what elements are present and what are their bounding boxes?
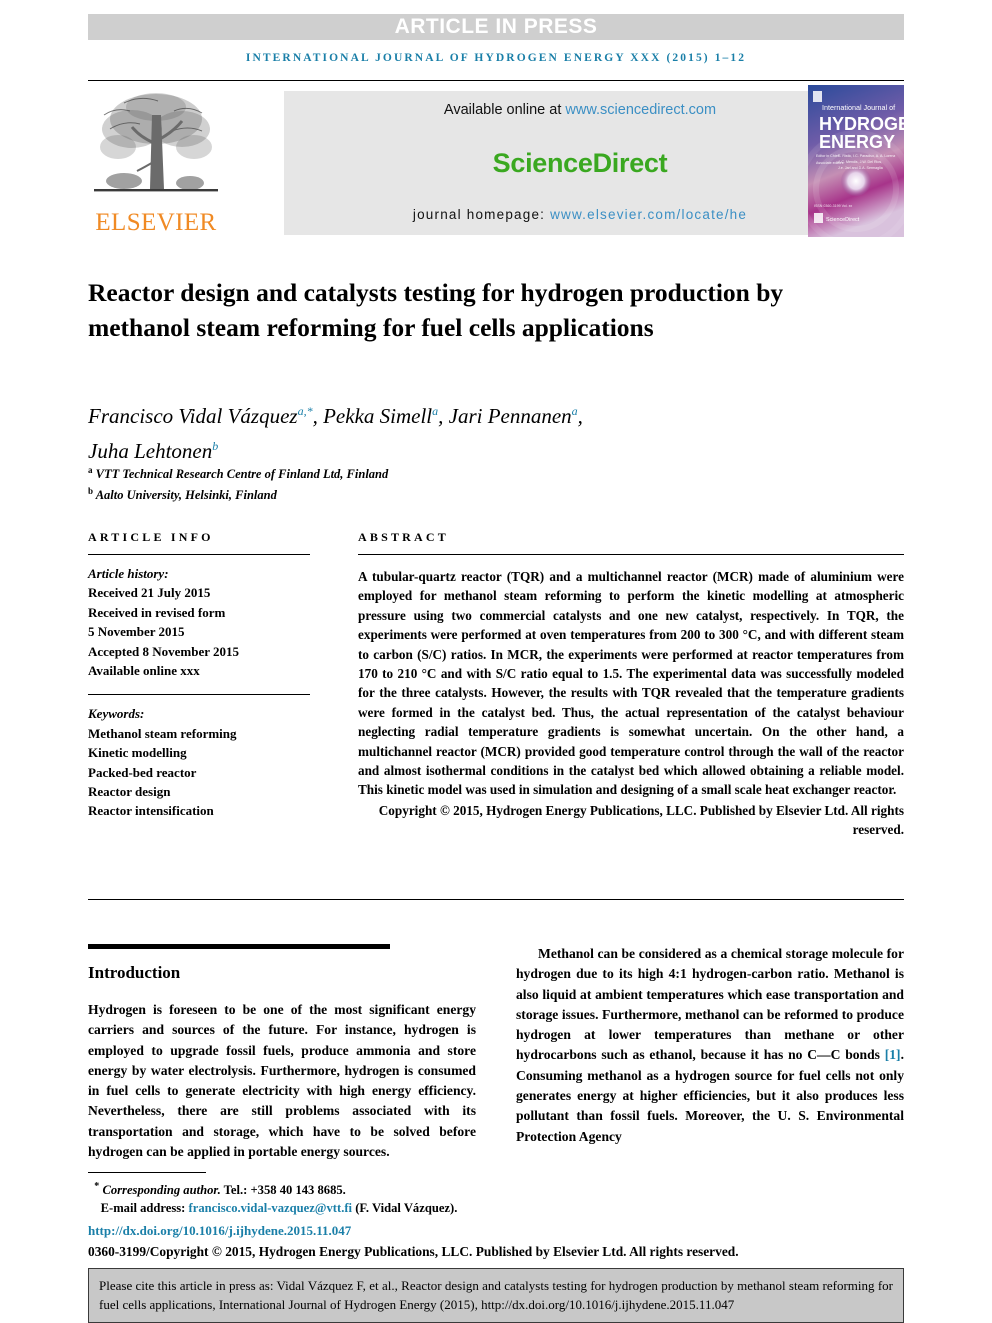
email-label: E-mail address:: [100, 1200, 189, 1215]
abstract-bottom-rule: [88, 899, 904, 900]
journal-homepage-prefix: journal homepage:: [412, 207, 551, 222]
corresponding-author-star: *: [94, 1181, 100, 1192]
author-marks: a: [432, 404, 439, 418]
article-history-label: Article history:: [88, 566, 169, 581]
citation-link-1[interactable]: [1]: [885, 1047, 901, 1062]
corresponding-author-tel: Tel.: +358 40 143 8685.: [220, 1183, 346, 1198]
doi-link[interactable]: http://dx.doi.org/10.1016/j.ijhydene.201…: [88, 1221, 904, 1240]
email-line: E-mail address: francisco.vidal-vazquez@…: [88, 1200, 904, 1217]
keyword-item: Methanol steam reforming: [88, 725, 237, 741]
svg-text:Associate editors: Associate editors: [816, 161, 844, 165]
svg-text:HYDROGEN: HYDROGEN: [819, 114, 904, 134]
body-paragraph: Hydrogen is foreseen to be one of the mo…: [88, 1002, 476, 1160]
issn-copyright-line: 0360-3199/Copyright © 2015, Hydrogen Ene…: [88, 1244, 739, 1259]
available-online-line: Available online at www.sciencedirect.co…: [444, 102, 716, 118]
abstract-column: ABSTRACT A tubular-quartz reactor (TQR) …: [358, 530, 904, 840]
author-name: Pekka Simell: [323, 404, 433, 428]
article-history-item: Received 21 July 2015: [88, 585, 211, 601]
affiliation-text: VTT Technical Research Centre of Finland…: [95, 467, 389, 482]
svg-text:S. Ristic, I.C. Paradiso, A. A: S. Ristic, I.C. Paradiso, A. A. Lorenz: [838, 154, 896, 158]
elsevier-tree-icon: [94, 85, 218, 207]
keyword-item: Reactor intensification: [88, 803, 214, 819]
author-marks: b: [212, 439, 219, 453]
corresponding-author-line: * Corresponding author. Tel.: +358 40 14…: [88, 1178, 904, 1200]
author-list: Francisco Vidal Vázqueza,*, Pekka Simell…: [88, 404, 583, 463]
article-history-item: Received in revised form: [88, 604, 226, 620]
article-history-block: Article history: Received 21 July 2015 R…: [88, 564, 310, 680]
keyword-item: Packed-bed reactor: [88, 764, 197, 780]
page-title: Reactor design and catalysts testing for…: [88, 278, 784, 343]
abstract-heading: ABSTRACT: [358, 530, 449, 544]
svg-text:ISSN 0360-3199 Vol. xx: ISSN 0360-3199 Vol. xx: [814, 204, 852, 208]
svg-text:Editor in Chief: Editor in Chief: [816, 154, 839, 158]
journal-cover-image: International Journal of HYDROGEN ENERGY…: [808, 85, 904, 237]
affiliation-mark: a: [88, 465, 93, 475]
article-in-press-label: ARTICLE IN PRESS: [394, 15, 598, 38]
keywords-rule: [88, 694, 310, 696]
article-history-item: 5 November 2015: [88, 624, 185, 640]
svg-text:ENERGY: ENERGY: [819, 132, 895, 152]
article-info-column: ARTICLE INFO Article history: Received 2…: [88, 530, 310, 821]
author-name: Juha Lehtonen: [88, 439, 213, 463]
keyword-item: Kinetic modelling: [88, 745, 187, 761]
journal-cover-thumbnail: International Journal of HYDROGEN ENERGY…: [808, 85, 904, 237]
sciencedirect-url-link[interactable]: www.sciencedirect.com: [565, 102, 716, 118]
article-history-item: Available online xxx: [88, 663, 200, 679]
body-text-part1: Methanol can be considered as a chemical…: [516, 946, 904, 1063]
article-history-item: Accepted 8 November 2015: [88, 643, 240, 659]
article-page: ARTICLE IN PRESS INTERNATIONAL JOURNAL O…: [0, 0, 992, 1323]
affiliation-list: a VTT Technical Research Centre of Finla…: [88, 462, 868, 504]
author-name: Jari Pennanen: [448, 404, 572, 428]
affiliation-item: a VTT Technical Research Centre of Finla…: [88, 462, 868, 483]
body-column-right: Methanol can be considered as a chemical…: [516, 944, 904, 1147]
keywords-label: Keywords:: [88, 706, 145, 722]
abstract-rule: [358, 554, 904, 555]
article-in-press-banner: ARTICLE IN PRESS: [88, 14, 904, 40]
please-cite-text: Please cite this article in press as: Vi…: [99, 1278, 893, 1312]
affiliation-item: b Aalto University, Helsinki, Finland: [88, 483, 868, 504]
keywords-block: Keywords: Methanol steam reforming Kinet…: [88, 704, 310, 820]
elsevier-logo: ELSEVIER: [94, 85, 218, 237]
sciencedirect-logo: ScienceDirect: [492, 148, 668, 178]
article-info-rule: [88, 554, 310, 555]
svg-text:International Journal of: International Journal of: [822, 103, 895, 112]
section-heading-introduction: Introduction: [88, 963, 181, 982]
journal-homepage-link[interactable]: www.elsevier.com/locate/he: [550, 207, 747, 222]
journal-running-head: INTERNATIONAL JOURNAL OF HYDROGEN ENERGY…: [245, 52, 747, 64]
email-suffix: (F. Vidal Vázquez).: [352, 1200, 458, 1215]
svg-text:A.C. Mendis, J.W. Del Rios,: A.C. Mendis, J.W. Del Rios,: [838, 160, 882, 164]
affiliation-text: Aalto University, Helsinki, Finland: [95, 488, 277, 503]
corresponding-author-label: Corresponding author.: [102, 1183, 221, 1198]
author-marks: a: [571, 404, 578, 418]
body-paragraph: Methanol can be considered as a chemical…: [516, 944, 904, 1147]
footnote-rule: [88, 1172, 206, 1173]
sciencedirect-banner: Available online at www.sciencedirect.co…: [284, 91, 876, 235]
email-link[interactable]: francisco.vidal-vazquez@vtt.fi: [189, 1201, 353, 1215]
author-name: Francisco Vidal Vázquez: [88, 404, 298, 428]
abstract-text: A tubular-quartz reactor (TQR) and a mul…: [358, 569, 904, 798]
elsevier-wordmark: ELSEVIER: [95, 209, 217, 236]
please-cite-box: Please cite this article in press as: Vi…: [88, 1268, 904, 1323]
svg-text:J.e. Jarl and D.A. Sermaglia: J.e. Jarl and D.A. Sermaglia: [838, 166, 883, 170]
section-thick-rule: [88, 944, 390, 949]
body-column-left: Introduction Hydrogen is foreseen to be …: [88, 944, 476, 1162]
author-marks: a,*: [297, 404, 313, 418]
keyword-item: Reactor design: [88, 784, 171, 800]
article-info-heading: ARTICLE INFO: [88, 530, 214, 544]
svg-text:ScienceDirect: ScienceDirect: [826, 217, 860, 223]
affiliation-mark: b: [88, 486, 94, 497]
available-online-prefix: Available online at: [443, 102, 566, 118]
journal-homepage-line: journal homepage: www.elsevier.com/locat…: [413, 207, 747, 222]
masthead: ELSEVIER Available online at www.science…: [88, 80, 904, 241]
footnote-block: * Corresponding author. Tel.: +358 40 14…: [88, 1172, 904, 1261]
abstract-copyright: Copyright © 2015, Hydrogen Energy Public…: [378, 802, 904, 838]
